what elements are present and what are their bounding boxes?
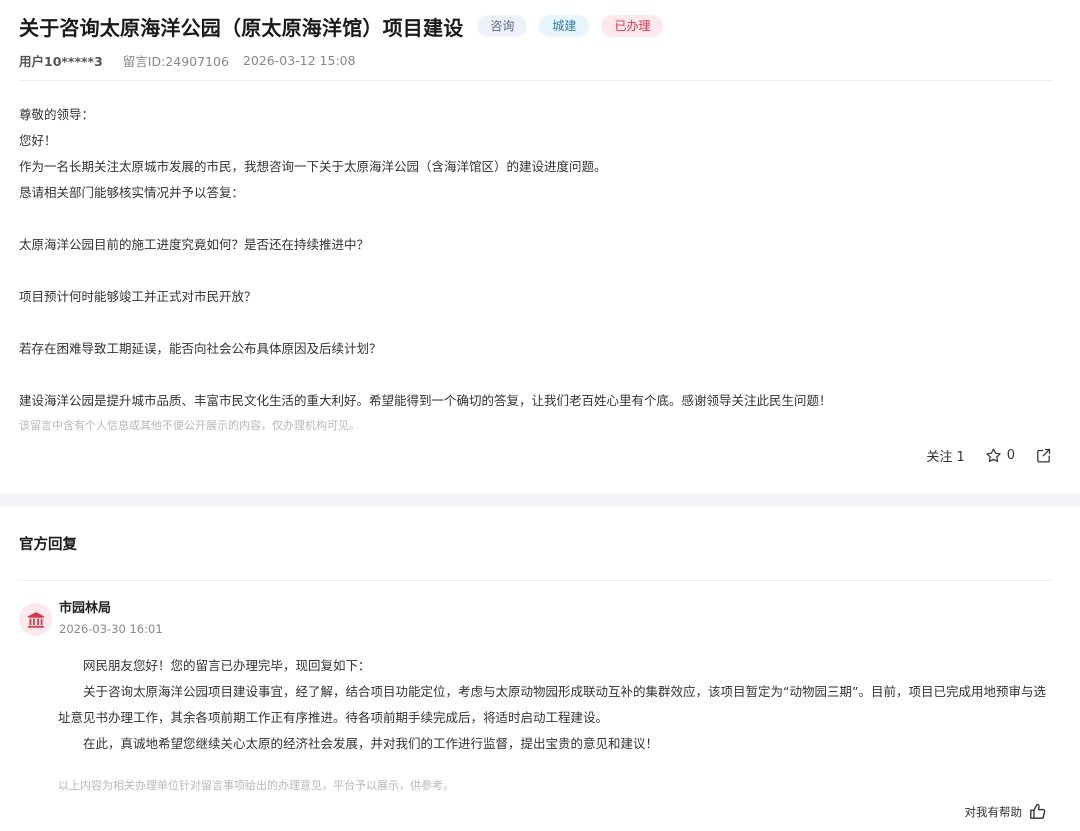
title-row: 关于咨询太原海洋公园（原太原海洋馆）项目建设 咨询 城建 已办理 xyxy=(19,10,1052,42)
reply-section: 官方回复 市园林局 2026-03-30 16:01 网民朋友您好！您的留言已办… xyxy=(0,506,1080,819)
message-body: 尊敬的领导： 您好！ 作为一名长期关注太原城市发展的市民，我想咨询一下关于太原海… xyxy=(19,102,1052,414)
body-request: 恳请相关部门能够核实情况并予以答复： xyxy=(19,185,245,200)
divider xyxy=(19,80,1052,81)
section-separator xyxy=(0,494,1080,506)
reply-paragraph-1: 网民朋友您好！您的留言已办理完毕，现回复如下： xyxy=(83,658,371,673)
type-tag[interactable]: 咨询 xyxy=(477,15,528,37)
department-name: 市园林局 xyxy=(59,601,112,616)
follow-label: 关注 1 xyxy=(926,450,965,465)
privacy-note: 该留言中含有个人信息或其他不便公开展示的内容，仅办理机构可见。 xyxy=(19,419,360,432)
message-actions: 关注 1 0 xyxy=(926,446,1052,465)
government-building-icon xyxy=(27,611,44,628)
reply-body: 网民朋友您好！您的留言已办理完毕，现回复如下： 关于咨询太原海洋公园项目建设事宜… xyxy=(58,653,1052,757)
avatar xyxy=(19,603,52,636)
star-button[interactable]: 0 xyxy=(985,447,1015,464)
message-meta: 用户10*****3 留言ID:24907106 2026-03-12 15:0… xyxy=(19,50,1052,70)
body-question-1: 太原海洋公园目前的施工进度究竟如何？是否还在持续推进中？ xyxy=(19,237,370,252)
share-button[interactable] xyxy=(1035,447,1052,464)
helpful-button[interactable]: 对我有帮助 xyxy=(965,802,1048,821)
reply-disclaimer: 以上内容为相关办理单位针对留言事项给出的办理意见，平台予以展示，供参考。 xyxy=(58,779,454,792)
follow-button[interactable]: 关注 1 xyxy=(926,446,964,465)
reply-paragraph-3: 在此，真诚地希望您继续关心太原的经济社会发展，并对我们的工作进行监督，提出宝贵的… xyxy=(83,736,659,751)
category-tag[interactable]: 城建 xyxy=(539,15,590,37)
body-greeting: 尊敬的领导： xyxy=(19,107,95,122)
reply-heading: 官方回复 xyxy=(19,537,77,553)
star-count: 0 xyxy=(1006,448,1015,463)
message-id: 留言ID:24907106 xyxy=(122,53,229,69)
status-badge: 已办理 xyxy=(601,15,664,37)
divider xyxy=(19,580,1052,581)
reply-author-info: 市园林局 2026-03-30 16:01 xyxy=(59,600,163,637)
thumbs-up-icon xyxy=(1030,803,1046,819)
message-section: 关于咨询太原海洋公园（原太原海洋馆）项目建设 咨询 城建 已办理 用户10***… xyxy=(0,0,1080,494)
message-title: 关于咨询太原海洋公园（原太原海洋馆）项目建设 xyxy=(19,15,464,40)
page: 关于咨询太原海洋公园（原太原海洋馆）项目建设 咨询 城建 已办理 用户10***… xyxy=(0,0,1080,831)
reply-paragraph-2: 关于咨询太原海洋公园项目建设事宜，经了解，结合项目功能定位，考虑与太原动物园形成… xyxy=(58,684,1046,725)
body-question-2: 项目预计何时能够竣工并正式对市民开放？ xyxy=(19,289,257,304)
body-closing: 建设海洋公园是提升城市品质、丰富市民文化生活的重大利好。希望能得到一个确切的答复… xyxy=(19,393,832,408)
star-icon xyxy=(986,448,1001,463)
body-question-3: 若存在困难导致工期延误，能否向社会公布具体原因及后续计划？ xyxy=(19,341,382,356)
body-intro: 作为一名长期关注太原城市发展的市民，我想咨询一下关于太原海洋公园（含海洋馆区）的… xyxy=(19,159,607,174)
reply-datetime: 2026-03-30 16:01 xyxy=(59,622,163,636)
user-name: 用户10*****3 xyxy=(19,53,103,69)
share-icon xyxy=(1037,448,1051,463)
reply-author: 市园林局 2026-03-30 16:01 xyxy=(19,600,1052,637)
helpful-label: 对我有帮助 xyxy=(964,804,1023,819)
message-datetime: 2026-03-12 15:08 xyxy=(242,52,356,68)
body-hello: 您好！ xyxy=(19,133,57,148)
